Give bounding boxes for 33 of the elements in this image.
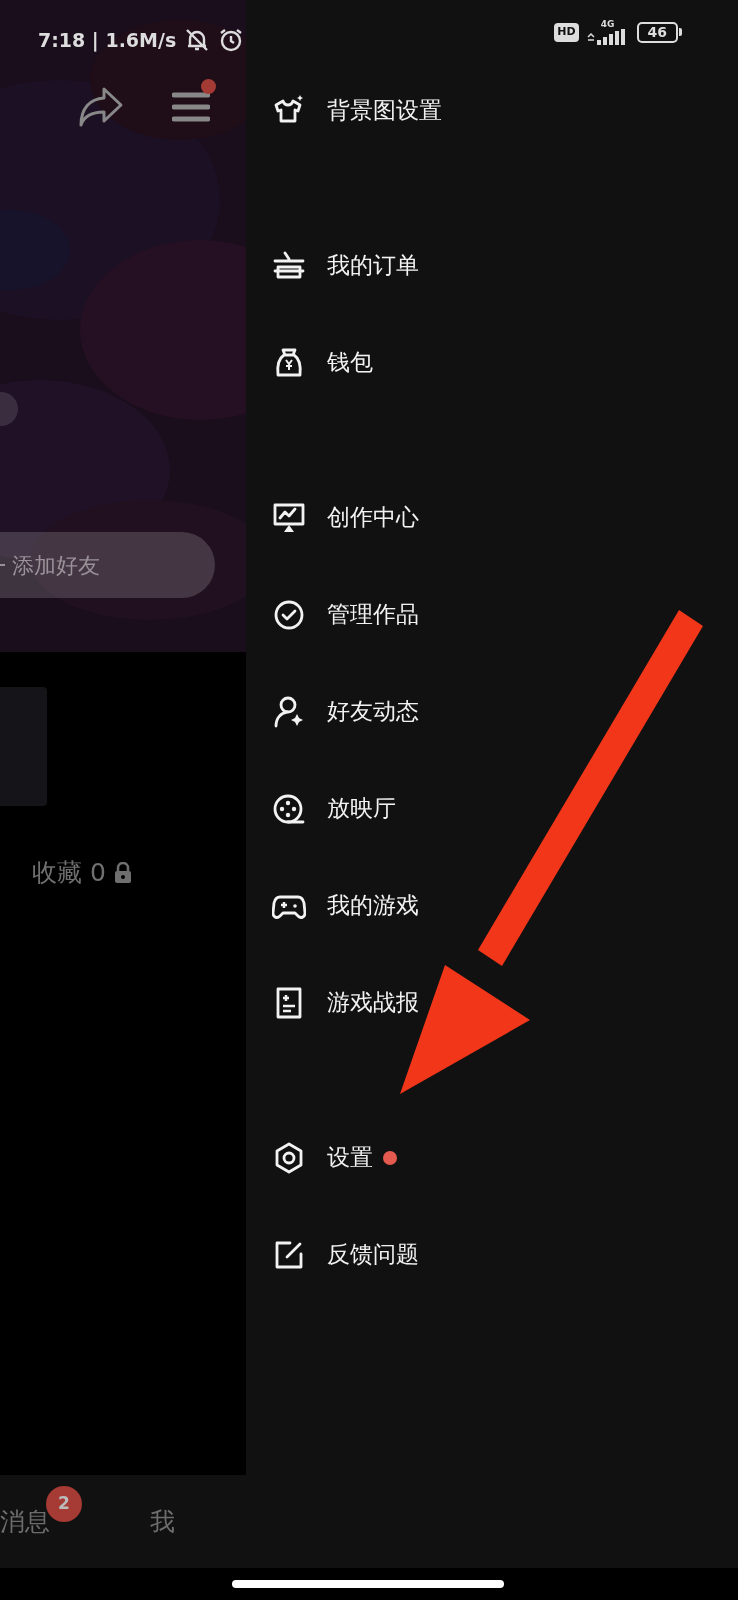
menu-item[interactable]: 背景图设置 [246, 62, 738, 159]
battery-indicator: 46 [636, 22, 678, 43]
menu-item[interactable]: 钱包 [246, 314, 738, 411]
menu-item[interactable]: 反馈问题 [246, 1206, 738, 1303]
tag-chip [0, 392, 18, 426]
menu-label: 我的订单 [327, 251, 419, 281]
menu-item[interactable]: 管理作品 [246, 566, 738, 663]
menu-label: 管理作品 [327, 600, 419, 630]
menu-label: 游戏战报 [327, 988, 419, 1018]
favorites-label[interactable]: 收藏 0 [32, 854, 106, 892]
add-friend-button[interactable]: 添加好友 [0, 532, 215, 598]
menu-item[interactable]: 游戏战报 [246, 954, 738, 1051]
menu-label: 反馈问题 [327, 1240, 419, 1270]
menu-label: 设置 [327, 1143, 373, 1173]
menu-item[interactable]: 我的订单 [246, 217, 738, 314]
network-type: 4G [600, 20, 615, 29]
video-thumbnail[interactable] [0, 687, 47, 806]
menu-label: 背景图设置 [327, 96, 442, 126]
menu-item[interactable]: 放映厅 [246, 760, 738, 857]
share-icon[interactable] [78, 86, 124, 128]
menu-label: 放映厅 [327, 794, 396, 824]
menu-item[interactable]: 我的游戏 [246, 857, 738, 954]
nav-tab[interactable]: 我 [150, 1506, 175, 1536]
count-badge: 2 [46, 1485, 82, 1522]
menu-label: 钱包 [327, 348, 373, 378]
menu-item[interactable]: 创作中心 [246, 469, 738, 566]
menu-label: 好友动态 [327, 697, 419, 727]
menu-item[interactable]: 设置 [246, 1109, 738, 1206]
menu-label: 我的游戏 [327, 891, 419, 921]
menu-label: 创作中心 [327, 503, 419, 533]
status-time: 7:18 | 1.6M/s [38, 27, 177, 54]
hd-icon: HD [554, 23, 579, 42]
menu-item[interactable]: 好友动态 [246, 663, 738, 760]
